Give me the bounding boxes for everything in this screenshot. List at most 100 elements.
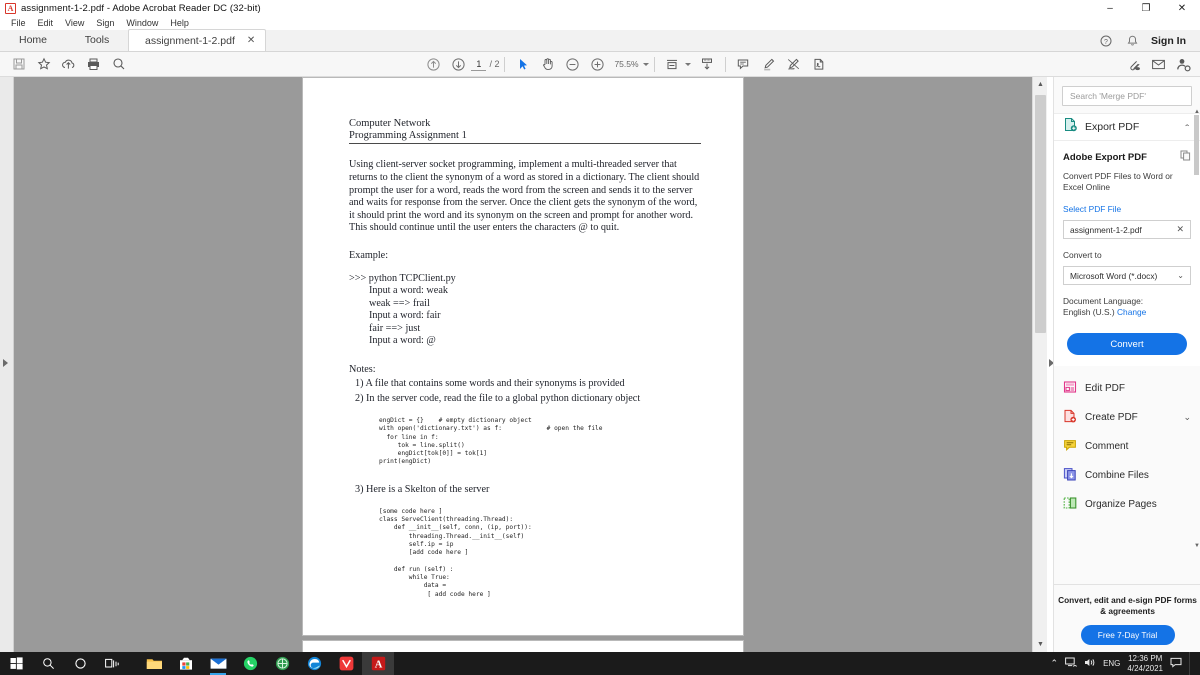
edge-icon[interactable] (298, 652, 330, 675)
document-viewport[interactable]: Computer Network Programming Assignment … (14, 77, 1032, 652)
menu-window[interactable]: Window (120, 16, 164, 30)
pdf-note-2: 2) In the server code, read the file to … (355, 392, 641, 404)
free-trial-button[interactable]: Free 7-Day Trial (1080, 625, 1175, 645)
vivaldi-icon[interactable] (330, 652, 362, 675)
tab-document[interactable]: assignment-1-2.pdf ✕ (128, 29, 267, 51)
share-person-icon[interactable] (1171, 52, 1196, 77)
fit-page-icon[interactable] (660, 52, 685, 77)
selected-file-box[interactable]: assignment-1-2.pdf ✕ (1063, 220, 1191, 239)
tab-home[interactable]: Home (0, 29, 66, 51)
clear-file-icon[interactable]: ✕ (1176, 224, 1184, 235)
cortana-icon[interactable] (64, 652, 96, 675)
menu-file[interactable]: File (5, 16, 32, 30)
task-view-icon[interactable] (96, 652, 128, 675)
scroll-thumb[interactable] (1035, 95, 1046, 333)
tool-comment[interactable]: Comment (1054, 432, 1200, 461)
menu-sign[interactable]: Sign (90, 16, 120, 30)
email-icon[interactable] (1146, 52, 1171, 77)
combine-files-icon (1063, 467, 1077, 484)
fit-page-chevron-icon[interactable] (684, 62, 691, 66)
windows-start-icon[interactable] (0, 652, 32, 675)
convert-format-select[interactable]: Microsoft Word (*.docx) ⌄ (1063, 266, 1191, 285)
draw-icon[interactable] (781, 52, 806, 77)
star-icon[interactable] (31, 52, 56, 77)
pdf-example-block: >>> python TCPClient.py Input a word: we… (349, 273, 701, 348)
close-button[interactable]: ✕ (1164, 0, 1200, 16)
highlight-icon[interactable] (756, 52, 781, 77)
acrobat-reader-icon[interactable]: A (362, 652, 394, 675)
tool-create-pdf[interactable]: Create PDF ⌄ (1054, 403, 1200, 432)
network-icon[interactable] (1065, 657, 1078, 670)
menu-help[interactable]: Help (164, 16, 195, 30)
mail-icon[interactable] (202, 652, 234, 675)
sign-icon[interactable] (806, 52, 831, 77)
file-explorer-icon[interactable] (138, 652, 170, 675)
title-bar: A assignment-1-2.pdf - Adobe Acrobat Rea… (0, 0, 1200, 16)
show-desktop-button[interactable] (1189, 652, 1196, 675)
chevron-down-icon[interactable]: ⌄ (1183, 412, 1191, 423)
convert-button[interactable]: Convert (1067, 333, 1187, 355)
comment-icon[interactable] (731, 52, 756, 77)
account-area: ? Sign In (1093, 30, 1200, 52)
system-tray: ⌃ ENG 12:36 PM 4/24/2021 (1051, 652, 1200, 675)
taskbar-search-icon[interactable] (32, 652, 64, 675)
microsoft-store-icon[interactable] (170, 652, 202, 675)
clock-time: 12:36 PM (1128, 654, 1163, 663)
print-icon[interactable] (81, 52, 106, 77)
browser-globe-icon[interactable] (266, 652, 298, 675)
help-icon[interactable]: ? (1093, 30, 1119, 52)
next-page-icon[interactable] (446, 52, 471, 77)
whatsapp-icon[interactable] (234, 652, 266, 675)
chevron-up-icon[interactable]: ⌃ (1183, 123, 1191, 132)
notifications-icon[interactable] (1170, 657, 1182, 670)
tool-organize-pages[interactable]: Organize Pages (1054, 490, 1200, 519)
previous-page-icon[interactable] (421, 52, 446, 77)
document-language-value: English (U.S.) (1063, 307, 1115, 317)
sign-in-button[interactable]: Sign In (1145, 35, 1200, 47)
panel-inner-scrollbar[interactable]: ▲ ▼ (1193, 109, 1200, 549)
search-icon[interactable] (106, 52, 131, 77)
select-pdf-file-link[interactable]: Select PDF File (1063, 204, 1191, 214)
hand-icon[interactable] (535, 52, 560, 77)
minimize-button[interactable]: – (1092, 0, 1128, 16)
panel-scroll-thumb[interactable] (1194, 115, 1199, 175)
bell-icon[interactable] (1119, 30, 1145, 52)
taskbar-clock[interactable]: 12:36 PM 4/24/2021 (1127, 654, 1163, 673)
volume-icon[interactable] (1084, 657, 1096, 670)
change-language-link[interactable]: Change (1117, 307, 1146, 317)
pdf-code-block-1: engDict = {} # empty dictionary object w… (379, 416, 603, 466)
menu-edit[interactable]: Edit (32, 16, 60, 30)
scroll-up-arrow-icon[interactable]: ▲ (1033, 77, 1048, 92)
search-input[interactable] (1062, 86, 1192, 106)
zoom-out-icon[interactable] (560, 52, 585, 77)
panel-scroll-down-icon[interactable]: ▼ (1194, 543, 1200, 549)
scroll-mode-icon[interactable] (695, 52, 720, 77)
upload-cloud-icon[interactable] (56, 52, 81, 77)
pdf-example-line-2: weak ==> frail (369, 297, 430, 309)
tool-combine-files[interactable]: Combine Files (1054, 461, 1200, 490)
maximize-button[interactable]: ❐ (1128, 0, 1164, 16)
zoom-level-control[interactable]: 75.5% (614, 59, 649, 69)
tool-edit-pdf[interactable]: Edit PDF (1054, 374, 1200, 403)
attach-cloud-icon[interactable] (1121, 52, 1146, 77)
tray-chevron-icon[interactable]: ⌃ (1051, 658, 1059, 669)
document-vertical-scrollbar[interactable]: ▲ ▼ (1032, 77, 1047, 652)
selected-file-name: assignment-1-2.pdf (1070, 224, 1142, 235)
input-language[interactable]: ENG (1103, 659, 1120, 668)
scroll-down-arrow-icon[interactable]: ▼ (1033, 637, 1048, 652)
save-icon[interactable] (6, 52, 31, 77)
pdf-page-1: Computer Network Programming Assignment … (303, 78, 743, 635)
chevron-down-icon (642, 62, 649, 66)
left-navigation-rail[interactable] (0, 77, 14, 652)
export-pdf-header[interactable]: Export PDF ⌃ (1054, 113, 1200, 141)
tool-label: Edit PDF (1085, 383, 1126, 394)
tab-tools[interactable]: Tools (66, 29, 128, 51)
copy-icon[interactable] (1180, 150, 1191, 164)
page-number-input[interactable] (471, 57, 487, 71)
tab-close-icon[interactable]: ✕ (247, 35, 255, 46)
expand-navigation-arrow-icon[interactable] (3, 359, 8, 367)
zoom-in-icon[interactable] (585, 52, 610, 77)
menu-view[interactable]: View (59, 16, 90, 30)
zoom-level-label: 75.5% (614, 59, 639, 69)
select-cursor-icon[interactable] (510, 52, 535, 77)
